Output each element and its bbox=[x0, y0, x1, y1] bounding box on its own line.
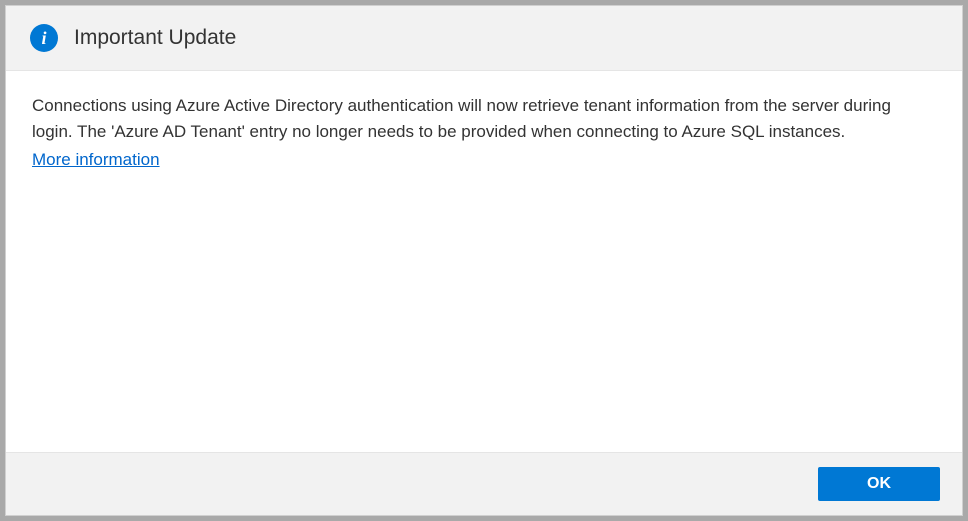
dialog-header: i Important Update bbox=[6, 6, 962, 71]
dialog-title: Important Update bbox=[74, 26, 236, 50]
message-text: Connections using Azure Active Directory… bbox=[32, 93, 936, 146]
more-information-link[interactable]: More information bbox=[32, 150, 160, 170]
dialog: i Important Update Connections using Azu… bbox=[5, 5, 963, 516]
info-icon: i bbox=[30, 24, 58, 52]
ok-button[interactable]: OK bbox=[818, 467, 940, 501]
dialog-footer: OK bbox=[6, 452, 962, 515]
dialog-content: Connections using Azure Active Directory… bbox=[6, 71, 962, 452]
